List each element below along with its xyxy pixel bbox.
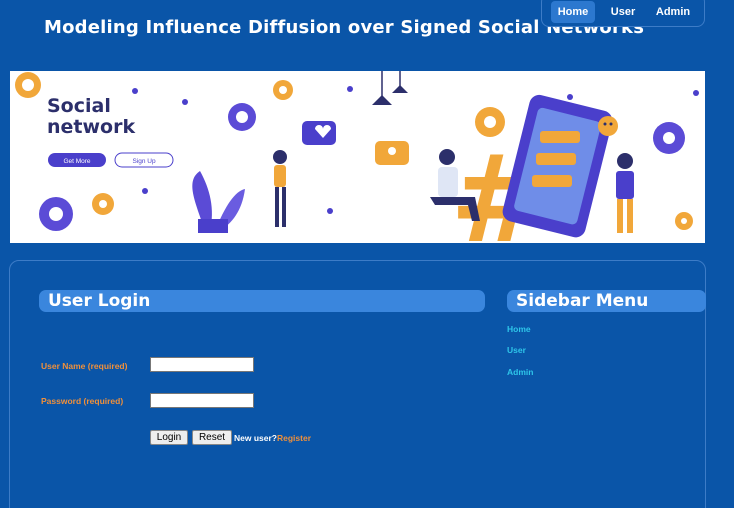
gear-icon [653, 122, 685, 154]
gear-icon [15, 72, 41, 98]
register-link[interactable]: Register [277, 433, 311, 443]
sidebar-item-user[interactable]: User [507, 345, 526, 355]
top-navigation: Home User Admin [541, 0, 705, 27]
gear-icon [273, 80, 293, 100]
nav-home-link[interactable]: Home [551, 1, 595, 23]
password-label: Password (required) [41, 396, 124, 406]
gear-icon [39, 197, 73, 231]
main-content-panel: User Login Sidebar Menu User Name (requi… [9, 260, 706, 508]
banner-image: Social network Get More Sign Up # [10, 71, 705, 243]
username-label: User Name (required) [41, 361, 128, 371]
username-input[interactable] [150, 357, 254, 372]
banner-headline-1: Social [47, 95, 111, 117]
login-button[interactable]: Login [150, 430, 188, 445]
nav-admin-link[interactable]: Admin [652, 1, 694, 23]
reset-button[interactable]: Reset [192, 430, 232, 445]
sidebar-item-admin[interactable]: Admin [507, 367, 533, 377]
sidebar-item-home[interactable]: Home [507, 324, 531, 334]
banner-sign-up: Sign Up [132, 158, 156, 165]
banner-headline-2: network [47, 116, 135, 138]
nav-user-link[interactable]: User [604, 1, 642, 23]
new-user-prompt: New user?Register [234, 433, 311, 443]
gear-icon [92, 193, 114, 215]
password-input[interactable] [150, 393, 254, 408]
gear-icon [675, 212, 693, 230]
sidebar-menu-heading: Sidebar Menu [507, 290, 706, 312]
banner-get-more: Get More [63, 158, 90, 165]
gear-icon [228, 103, 256, 131]
user-login-heading: User Login [39, 290, 485, 312]
new-user-text: New user? [234, 433, 277, 443]
